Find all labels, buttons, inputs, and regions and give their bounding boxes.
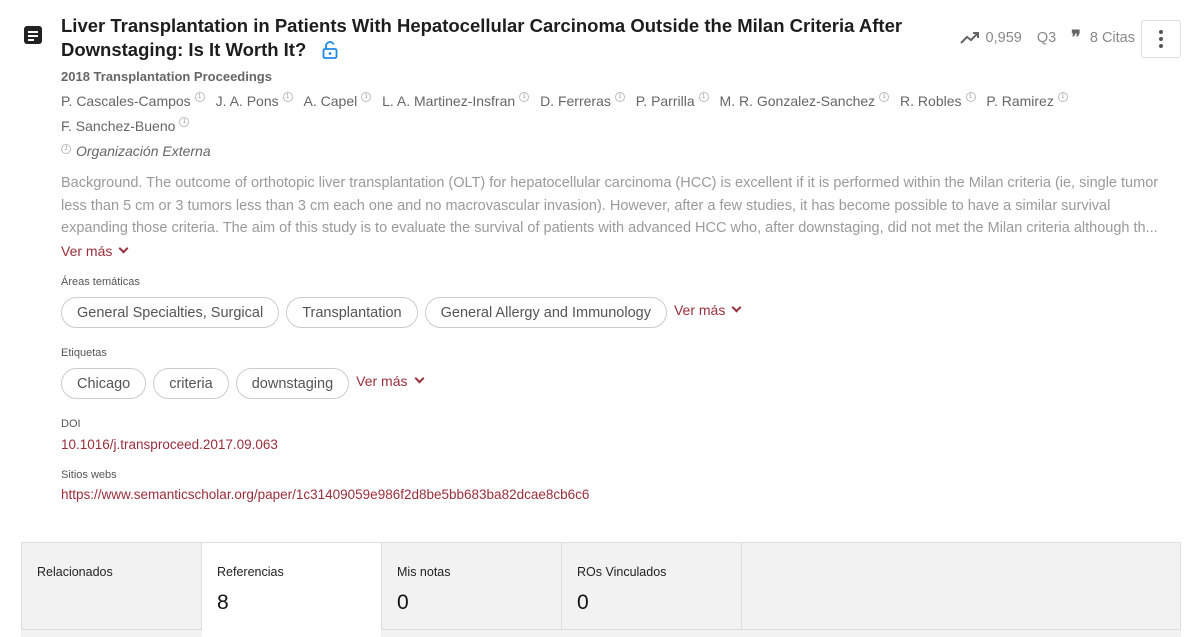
area-chip[interactable]: General Specialties, Surgical	[61, 297, 280, 328]
website-link[interactable]: https://www.semanticscholar.org/paper/1c…	[61, 487, 589, 502]
tab-references[interactable]: Referencias 8	[202, 543, 382, 637]
tab-label: Relacionados	[37, 565, 113, 579]
tab-my-notes[interactable]: Mis notas 0	[382, 543, 562, 631]
impact-score[interactable]: 0,959	[959, 30, 1022, 46]
external-marker-icon: 1	[965, 92, 976, 102]
tab-count: 0	[577, 591, 589, 614]
tab-linked-ros[interactable]: ROs Vinculados 0	[562, 543, 742, 631]
external-marker-icon: 1	[61, 144, 71, 154]
area-chip[interactable]: General Allergy and Immunology	[424, 297, 667, 328]
doi-link[interactable]: 10.1016/j.transproceed.2017.09.063	[61, 437, 278, 452]
author[interactable]: A. Capel 1	[304, 89, 372, 114]
page-title: Liver Transplantation in Patients With H…	[61, 14, 921, 65]
tag-chip[interactable]: Chicago	[61, 368, 147, 399]
more-options-button[interactable]	[1141, 20, 1181, 58]
journal-info: 2018 Transplantation Proceedings	[61, 69, 272, 84]
chevron-down-icon	[118, 243, 129, 254]
citations-value: 8 Citas	[1089, 30, 1135, 46]
external-marker-icon: 1	[614, 92, 625, 102]
citations[interactable]: ❞ 8 Citas	[1071, 27, 1135, 48]
tab-related[interactable]: Relacionados	[22, 543, 202, 631]
metrics-bar: 0,959 Q3 ❞ 8 Citas	[959, 27, 1135, 48]
open-access-lock-icon[interactable]	[322, 41, 338, 65]
abstract-line: less than 5 cm or 3 tumors less than 3 c…	[61, 197, 1111, 214]
chevron-down-icon	[731, 302, 742, 312]
tags-chips: Chicago criteria downstaging Ver más	[61, 368, 424, 399]
tab-label: Mis notas	[397, 565, 451, 579]
quartile[interactable]: Q3	[1037, 30, 1056, 46]
author[interactable]: L. A. Martinez-Insfran 1	[382, 89, 530, 114]
author-list: P. Cascales-Campos 1 J. A. Pons 1 A. Capel…	[61, 89, 1101, 139]
tag-chip[interactable]: criteria	[153, 368, 229, 399]
tab-bar: Relacionados Referencias 8 Mis notas 0 R…	[21, 542, 1181, 637]
trending-up-icon	[959, 32, 979, 44]
impact-score-value: 0,959	[985, 30, 1022, 46]
abstract-line: expanding those criteria. The aim of thi…	[61, 220, 1158, 236]
abstract-line: Background. The outcome of orthotopic li…	[61, 175, 1159, 191]
author[interactable]: R. Robles 1	[900, 89, 976, 114]
doi-label: DOI	[61, 418, 81, 430]
external-org-label: Organización Externa	[76, 143, 211, 159]
quote-icon: ❞	[1071, 27, 1081, 48]
external-marker-icon: 1	[361, 92, 372, 102]
websites-label: Sitios webs	[61, 469, 117, 481]
external-marker-icon: 1	[179, 117, 190, 127]
external-marker-icon: 1	[519, 92, 530, 102]
areas-chips: General Specialties, Surgical Transplant…	[61, 297, 742, 328]
chevron-down-icon	[414, 373, 424, 383]
tab-label: Referencias	[217, 565, 284, 579]
external-marker-icon: 1	[194, 92, 205, 102]
external-marker-icon: 1	[282, 92, 293, 102]
areas-see-more-link[interactable]: Ver más	[674, 302, 742, 318]
tab-label: ROs Vinculados	[577, 565, 667, 579]
tab-panel-edge	[21, 629, 1181, 637]
author[interactable]: M. R. Gonzalez-Sanchez 1	[720, 89, 890, 114]
active-tab-connector	[202, 628, 381, 637]
author[interactable]: D. Ferreras 1	[540, 89, 625, 114]
kebab-menu-icon	[1159, 37, 1163, 41]
author[interactable]: P. Cascales-Campos 1	[61, 89, 205, 114]
tab-count: 8	[217, 591, 229, 614]
quartile-value: Q3	[1036, 30, 1057, 46]
abstract-see-more-link[interactable]: Ver más	[61, 243, 129, 259]
author[interactable]: P. Ramirez 1	[986, 89, 1068, 114]
tags-label: Etiquetas	[61, 347, 107, 359]
abstract: Background. The outcome of orthotopic li…	[61, 172, 1181, 240]
author[interactable]: P. Parrilla 1	[636, 89, 709, 114]
document-icon	[24, 26, 42, 44]
tab-count: 0	[397, 591, 409, 614]
areas-label: Áreas temáticas	[61, 276, 140, 288]
author[interactable]: F. Sanchez-Bueno 1	[61, 114, 190, 139]
tag-chip[interactable]: downstaging	[235, 368, 350, 399]
external-org-legend: 1 Organización Externa	[61, 143, 211, 159]
external-marker-icon: 1	[698, 92, 709, 102]
external-marker-icon: 1	[1057, 92, 1068, 102]
author[interactable]: J. A. Pons 1	[216, 89, 293, 114]
area-chip[interactable]: Transplantation	[286, 297, 418, 328]
tags-see-more-link[interactable]: Ver más	[356, 373, 424, 389]
external-marker-icon: 1	[879, 92, 890, 102]
